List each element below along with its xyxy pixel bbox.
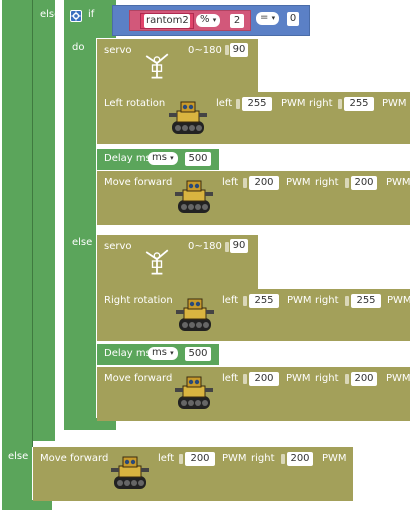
servo-label: servo	[104, 45, 132, 56]
pwm-label: PWM	[382, 98, 407, 109]
robot-tank-icon	[172, 177, 216, 217]
pwm-label: PWM	[287, 295, 312, 306]
pwm-label: PWM	[386, 373, 411, 384]
pwm-label: PWM	[286, 177, 311, 188]
delay-value-input[interactable]: 500	[185, 152, 211, 166]
delay-unit: ms	[152, 347, 167, 358]
left-pwm-input[interactable]: 200	[249, 372, 279, 386]
compare-operator: =	[260, 12, 269, 23]
servo-label: servo	[104, 241, 132, 252]
right-pwm-input[interactable]: 255	[351, 294, 381, 308]
right-pwm-input[interactable]: 200	[351, 372, 377, 386]
left-pwm-input[interactable]: 255	[249, 294, 279, 308]
delay-unit: ms	[152, 152, 167, 163]
robot-tank-icon	[108, 453, 152, 493]
servo-icon	[139, 241, 175, 281]
move-forward-label: Move forward	[40, 453, 109, 464]
delay-label: Delay ms	[104, 153, 151, 164]
right-label: right	[309, 98, 333, 109]
left-pwm-input[interactable]: 200	[249, 176, 279, 190]
servo-range-label: 0~180	[188, 241, 222, 252]
robot-tank-icon	[173, 295, 217, 335]
right-pwm-input[interactable]: 200	[351, 176, 377, 190]
servo-range-label: 0~180	[188, 45, 222, 56]
modulo-operator: %	[200, 14, 210, 25]
modulo-operator-dropdown[interactable]: % ▾	[196, 14, 221, 27]
pwm-label: PWM	[386, 177, 411, 188]
robot-tank-icon	[166, 98, 210, 138]
right-rotation-label: Right rotation	[104, 295, 173, 306]
pwm-label: PWM	[281, 98, 306, 109]
else-column	[33, 0, 55, 441]
dropdown-arrow-icon: ▾	[212, 16, 217, 24]
right-label: right	[251, 453, 275, 464]
outer-if-block[interactable]	[2, 0, 32, 508]
compare-operator-dropdown[interactable]: = ▾	[256, 12, 280, 25]
else-label-top: else	[40, 9, 61, 20]
do-label: do	[72, 42, 85, 53]
left-rotation-label: Left rotation	[104, 98, 166, 109]
left-label: left	[222, 177, 239, 188]
move-forward-label: Move forward	[104, 373, 173, 384]
compare-value-input[interactable]: 0	[287, 12, 299, 26]
pwm-label: PWM	[387, 295, 412, 306]
inner-if-column	[64, 36, 96, 430]
right-pwm-input[interactable]: 200	[287, 452, 313, 466]
dropdown-arrow-icon: ▾	[271, 14, 276, 22]
right-label: right	[315, 177, 339, 188]
robot-tank-icon	[172, 373, 216, 413]
dropdown-arrow-icon: ▾	[170, 349, 174, 357]
move-forward-label: Move forward	[104, 177, 173, 188]
outer-else-footer	[33, 430, 55, 441]
pwm-label: PWM	[322, 453, 347, 464]
left-label: left	[222, 295, 239, 306]
delay-label: Delay ms	[104, 348, 151, 359]
else-label-inner: else	[72, 237, 93, 248]
servo-angle-input[interactable]: 90	[230, 43, 248, 57]
right-label: right	[315, 295, 339, 306]
servo-angle-input[interactable]: 90	[230, 239, 248, 253]
left-label: left	[158, 453, 175, 464]
pwm-label: PWM	[286, 373, 311, 384]
delay-unit-dropdown[interactable]: ms ▾	[148, 347, 178, 360]
left-label: left	[216, 98, 233, 109]
delay-value-input[interactable]: 500	[185, 347, 211, 361]
if-label: if	[88, 9, 95, 20]
left-pwm-input[interactable]: 255	[242, 97, 272, 111]
right-label: right	[315, 373, 339, 384]
divisor-input[interactable]: 2	[230, 14, 244, 28]
gear-icon[interactable]	[70, 10, 82, 22]
outer-bottom-tab	[2, 500, 52, 510]
variable-name[interactable]: rantom2	[144, 14, 190, 28]
servo-icon	[139, 45, 175, 85]
else-label-bottom: else	[8, 451, 29, 462]
right-pwm-input[interactable]: 255	[344, 97, 374, 111]
delay-unit-dropdown[interactable]: ms ▾	[148, 152, 178, 165]
pwm-label: PWM	[222, 453, 247, 464]
left-label: left	[222, 373, 239, 384]
dropdown-arrow-icon: ▾	[170, 154, 174, 162]
left-pwm-input[interactable]: 200	[185, 452, 215, 466]
